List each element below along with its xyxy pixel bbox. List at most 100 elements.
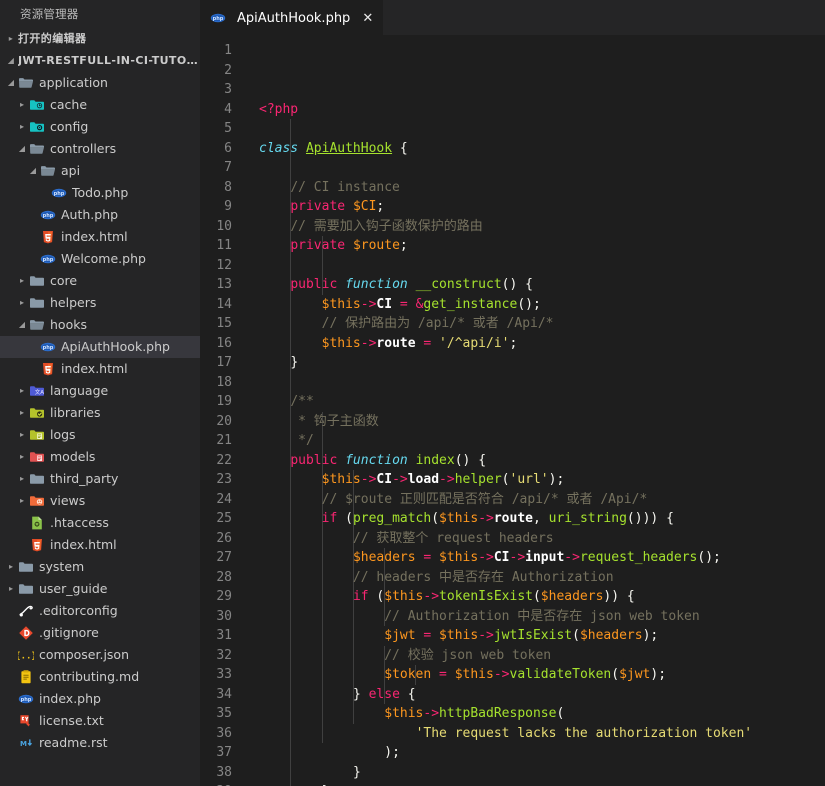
vscode-window: 资源管理器 ▸ 打开的编辑器 ◢ JWT-RESTFULL-IN-CI-TUTORIA… <box>0 0 825 786</box>
tree-item-api[interactable]: ◢ api <box>0 160 200 182</box>
line-number: 8 <box>224 179 232 195</box>
explorer-section-open-editors[interactable]: ▸ 打开的编辑器 <box>0 28 200 50</box>
chevron-right-icon[interactable]: ▸ <box>15 424 29 446</box>
tree-item-controllers[interactable]: ◢ controllers <box>0 138 200 160</box>
explorer-section-label: JWT-RESTFULL-IN-CI-TUTORIAL <box>18 54 200 67</box>
tree-item-composer-json[interactable]: {..} composer.json <box>0 644 200 666</box>
tree-item-config[interactable]: ▸ config <box>0 116 200 138</box>
tree-item-label: language <box>50 383 109 398</box>
tab-apiauthhook-php[interactable]: php ApiAuthHook.php ✕ <box>200 0 384 35</box>
tree-item-label: readme.rst <box>39 735 108 750</box>
tree-item-label: index.html <box>61 361 128 376</box>
explorer-title: 资源管理器 <box>20 7 79 21</box>
line-number: 13 <box>216 277 232 292</box>
tree-item-index-php[interactable]: php index.php <box>0 688 200 710</box>
explorer-sidebar: 资源管理器 ▸ 打开的编辑器 ◢ JWT-RESTFULL-IN-CI-TUTORIA… <box>0 0 200 786</box>
tree-item-editorconfig[interactable]: .editorconfig <box>0 600 200 622</box>
tree-item-core[interactable]: ▸ core <box>0 270 200 292</box>
svg-text:文A: 文A <box>35 388 45 396</box>
tree-item-language[interactable]: ▸ 文A language <box>0 380 200 402</box>
tree-item-index-html[interactable]: index.html <box>0 226 200 248</box>
code-line: * 钩子主函数 <box>298 413 379 429</box>
chevron-right-icon[interactable]: ▸ <box>15 116 29 138</box>
tree-item-htaccess[interactable]: .htaccess <box>0 512 200 534</box>
php-file-icon: php <box>40 251 56 267</box>
chevron-right-icon[interactable]: ▸ <box>15 380 29 402</box>
chevron-down-icon[interactable]: ◢ <box>26 160 40 182</box>
chevron-right-icon[interactable]: ▸ <box>15 402 29 424</box>
line-number: 28 <box>216 569 232 585</box>
tree-item-label: composer.json <box>39 647 130 662</box>
close-icon[interactable]: ✕ <box>362 12 373 25</box>
tree-item-libraries[interactable]: ▸ libraries <box>0 402 200 424</box>
tree-item-label: cache <box>50 97 88 112</box>
tree-item-readme-rst[interactable]: Mreadme.rst <box>0 732 200 754</box>
tree-item-label: Welcome.php <box>61 251 146 266</box>
tree-item-label: controllers <box>50 141 117 156</box>
tree-item-license-txt[interactable]: license.txt <box>0 710 200 732</box>
tree-item-third-party[interactable]: ▸ third_party <box>0 468 200 490</box>
folder-open-icon <box>29 141 45 157</box>
code-line: $headers = $this->CI->input->request_hea… <box>352 550 721 565</box>
code-line: $jwt = $this->jwtIsExist($headers); <box>384 628 659 643</box>
line-number: 2 <box>224 62 232 78</box>
chevron-right-icon[interactable]: ▸ <box>15 446 29 468</box>
chevron-down-icon[interactable]: ◢ <box>15 314 29 336</box>
code-line: } else { <box>352 686 416 702</box>
tree-item-todo-php[interactable]: php Todo.php <box>0 182 200 204</box>
code-line: // 保护路由为 /api/* 或者 /Api/* <box>321 316 554 331</box>
chevron-right-icon[interactable]: ▸ <box>15 94 29 116</box>
tree-item-views[interactable]: ▸ views <box>0 490 200 512</box>
tree-item-label: license.txt <box>39 713 104 728</box>
tree-item-hooks[interactable]: ◢ hooks <box>0 314 200 336</box>
code-line: class ApiAuthHook { <box>259 140 408 156</box>
code-editor[interactable]: 1 2 3 4 5 6 7 8 9 10 11 12 13 14 15 16 17 18 19 20 21 22 23 24 2… <box>200 35 825 786</box>
chevron-right-icon[interactable]: ▸ <box>15 270 29 292</box>
line-number: 35 <box>216 706 232 721</box>
php-file-icon: php <box>40 339 56 355</box>
tree-item-label: user_guide <box>39 581 108 596</box>
chevron-down-icon[interactable]: ◢ <box>4 72 18 94</box>
chevron-down-icon[interactable]: ◢ <box>15 138 29 160</box>
chevron-right-icon[interactable]: ▸ <box>4 578 18 600</box>
chevron-right-icon[interactable]: ▸ <box>15 490 29 512</box>
tree-item-auth-php[interactable]: php Auth.php <box>0 204 200 226</box>
tree-item-system[interactable]: ▸ system <box>0 556 200 578</box>
chevron-right-icon[interactable]: ▸ <box>4 28 18 50</box>
chevron-right-icon[interactable]: ▸ <box>4 556 18 578</box>
folder-icon <box>29 295 45 311</box>
tree-item-welcome-php[interactable]: php Welcome.php <box>0 248 200 270</box>
tree-item-label: .htaccess <box>50 515 109 530</box>
folder-icon <box>29 471 45 487</box>
tree-item-cache[interactable]: ▸ cache <box>0 94 200 116</box>
tree-item-user-guide[interactable]: ▸ user_guide <box>0 578 200 600</box>
md-file-icon <box>18 669 34 685</box>
line-number: 29 <box>216 589 232 604</box>
line-number: 33 <box>216 667 232 682</box>
tree-item-index-html[interactable]: index.html <box>0 358 200 380</box>
tree-item-helpers[interactable]: ▸ helpers <box>0 292 200 314</box>
chevron-down-icon[interactable]: ◢ <box>4 50 18 72</box>
line-number: 36 <box>216 725 232 741</box>
chevron-right-icon[interactable]: ▸ <box>15 292 29 314</box>
tree-item-application[interactable]: ◢ application <box>0 72 200 94</box>
code-line: // Authorization 中是否存在 json web token <box>384 608 700 624</box>
file-tree[interactable]: ▸ 打开的编辑器 ◢ JWT-RESTFULL-IN-CI-TUTORIAL ◢ appl… <box>0 28 200 786</box>
chevron-right-icon[interactable]: ▸ <box>15 468 29 490</box>
tree-item-apiauthhook-php[interactable]: php ApiAuthHook.php <box>0 336 200 358</box>
code-line: if (preg_match($this->route, uri_string(… <box>321 511 674 526</box>
code-line: // 获取整个 request headers <box>352 530 554 546</box>
tree-item-contributing-md[interactable]: contributing.md <box>0 666 200 688</box>
tree-item-gitignore[interactable]: .gitignore <box>0 622 200 644</box>
code-line: $token = $this->validateToken($jwt); <box>384 667 667 682</box>
folder-views-icon <box>29 493 45 509</box>
tree-item-logs[interactable]: ▸ logs <box>0 424 200 446</box>
tree-item-models[interactable]: ▸ models <box>0 446 200 468</box>
explorer-section-project-root[interactable]: ◢ JWT-RESTFULL-IN-CI-TUTORIAL <box>0 50 200 72</box>
tree-item-index-html[interactable]: index.html <box>0 534 200 556</box>
code-content[interactable]: <?php class ApiAuthHook { // CI instance… <box>242 35 825 786</box>
php-file-icon: php <box>51 185 67 201</box>
editor-area: php ApiAuthHook.php ✕ 1 2 3 4 5 6 7 8 9 10 11 12 13 1… <box>200 0 825 786</box>
